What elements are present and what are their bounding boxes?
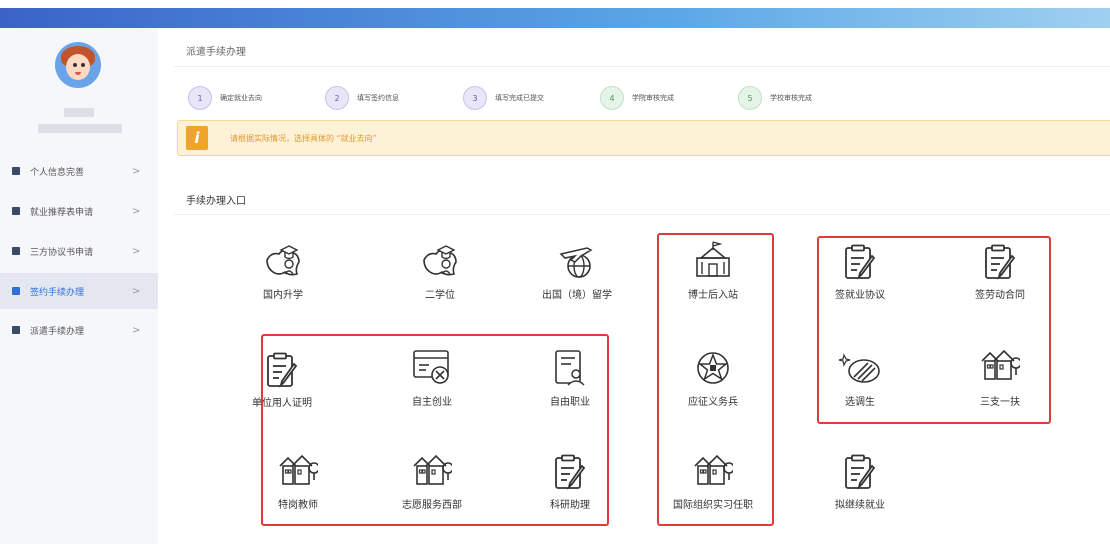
card-label: 签劳动合同 bbox=[975, 290, 1025, 301]
card-sign-employment-agreement[interactable]: 签就业协议 bbox=[800, 244, 920, 301]
card-volunteer-west[interactable]: 志愿服务西部 bbox=[372, 454, 492, 511]
card-continue-employment[interactable]: 拟继续就业 bbox=[800, 454, 920, 511]
card-label: 自由职业 bbox=[550, 397, 590, 408]
sidebar-item-recommendation[interactable]: 就业推荐表申请 > bbox=[0, 196, 158, 226]
step-1: 1 确定就业去向 bbox=[188, 86, 262, 110]
card-label: 三支一扶 bbox=[980, 397, 1020, 408]
card-label: 拟继续就业 bbox=[835, 500, 885, 511]
card-tools-icon bbox=[413, 350, 449, 384]
step-label: 学院审核完成 bbox=[632, 94, 674, 102]
step-number: 4 bbox=[600, 86, 624, 110]
card-label: 科研助理 bbox=[550, 500, 590, 511]
card-international-org-internship[interactable]: 国际组织实习任职 bbox=[653, 454, 773, 511]
step-number: 3 bbox=[463, 86, 487, 110]
form-icon bbox=[12, 207, 20, 215]
card-three-supports[interactable]: 三支一扶 bbox=[940, 349, 1060, 408]
card-label: 单位用人证明 bbox=[252, 398, 312, 409]
top-banner bbox=[0, 8, 1110, 28]
step-label: 填写完成已提交 bbox=[495, 94, 544, 102]
info-icon: i bbox=[186, 126, 208, 150]
user-avatar[interactable] bbox=[55, 42, 101, 88]
alert-text: 请根据实际情况，选择具体的 “就业去向” bbox=[230, 134, 377, 143]
globe-plane-icon bbox=[559, 247, 593, 278]
sign-icon bbox=[12, 287, 20, 295]
page-title: 派遣手续办理 bbox=[186, 47, 246, 58]
step-number: 5 bbox=[738, 86, 762, 110]
chevron-right-icon: > bbox=[132, 245, 141, 257]
village-house-icon bbox=[279, 455, 318, 485]
sidebar-item-label: 签约手续办理 bbox=[30, 287, 85, 298]
campus-building-icon bbox=[696, 241, 730, 277]
card-study-abroad[interactable]: 出国（境）留学 bbox=[517, 244, 637, 301]
card-label: 博士后入站 bbox=[688, 290, 738, 301]
document-edit-icon bbox=[267, 352, 297, 387]
info-alert: i 请根据实际情况，选择具体的 “就业去向” bbox=[177, 120, 1110, 156]
card-selected-graduate[interactable]: 选调生 bbox=[800, 349, 920, 408]
step-5: 5 学校审核完成 bbox=[738, 86, 812, 110]
card-label: 签就业协议 bbox=[835, 290, 885, 301]
user-icon bbox=[12, 167, 20, 175]
card-employer-certificate[interactable]: 单位用人证明 bbox=[242, 352, 322, 409]
sidebar-item-label: 派遣手续办理 bbox=[30, 326, 85, 337]
card-label: 选调生 bbox=[845, 397, 875, 408]
sidebar-item-dispatch[interactable]: 派遣手续办理 > bbox=[0, 315, 158, 345]
sidebar-item-label: 就业推荐表申请 bbox=[30, 207, 94, 218]
chevron-right-icon: > bbox=[132, 324, 141, 336]
map-graduation-icon bbox=[423, 245, 457, 276]
document-edit-icon bbox=[985, 244, 1015, 279]
document-edit-icon bbox=[555, 454, 585, 489]
profile-document-icon bbox=[555, 350, 585, 386]
document-edit-icon bbox=[845, 454, 875, 489]
divider bbox=[174, 214, 1110, 215]
card-special-post-teacher[interactable]: 特岗教师 bbox=[238, 454, 358, 511]
village-house-icon bbox=[413, 455, 452, 485]
map-graduation-icon bbox=[266, 245, 300, 276]
card-domestic-study[interactable]: 国内升学 bbox=[223, 244, 343, 301]
sidebar-item-label: 个人信息完善 bbox=[30, 167, 85, 178]
chevron-right-icon: > bbox=[132, 205, 141, 217]
sidebar-item-label: 三方协议书申请 bbox=[30, 247, 94, 258]
step-number: 2 bbox=[325, 86, 349, 110]
card-label: 特岗教师 bbox=[278, 500, 318, 511]
card-research-assistant[interactable]: 科研助理 bbox=[510, 454, 630, 511]
step-number: 1 bbox=[188, 86, 212, 110]
village-house-icon bbox=[694, 455, 733, 485]
card-label: 志愿服务西部 bbox=[402, 500, 462, 511]
card-freelance[interactable]: 自由职业 bbox=[510, 349, 630, 408]
user-id-redacted bbox=[38, 124, 122, 133]
card-second-degree[interactable]: 二学位 bbox=[380, 244, 500, 301]
card-label: 国际组织实习任职 bbox=[673, 500, 753, 511]
dispatch-icon bbox=[12, 326, 20, 334]
card-sign-labor-contract[interactable]: 签劳动合同 bbox=[940, 244, 1060, 301]
step-2: 2 填写签约信息 bbox=[325, 86, 399, 110]
card-label: 出国（境）留学 bbox=[542, 290, 612, 301]
badge-ribbon-icon bbox=[838, 353, 880, 383]
section-title: 手续办理入口 bbox=[186, 196, 246, 207]
sidebar-item-signing[interactable]: 签约手续办理 > bbox=[0, 273, 158, 309]
card-military-service[interactable]: 应征义务兵 bbox=[653, 349, 773, 408]
village-house-icon bbox=[981, 350, 1020, 380]
user-name-redacted bbox=[64, 108, 94, 117]
chevron-right-icon: > bbox=[132, 165, 141, 177]
card-postdoc[interactable]: 博士后入站 bbox=[653, 240, 773, 301]
document-edit-icon bbox=[845, 244, 875, 279]
step-4: 4 学院审核完成 bbox=[600, 86, 674, 110]
agreement-icon bbox=[12, 247, 20, 255]
divider bbox=[174, 66, 1110, 67]
step-label: 填写签约信息 bbox=[357, 94, 399, 102]
step-3: 3 填写完成已提交 bbox=[463, 86, 544, 110]
sidebar-item-agreement[interactable]: 三方协议书申请 > bbox=[0, 236, 158, 266]
card-label: 自主创业 bbox=[412, 397, 452, 408]
sidebar-item-profile[interactable]: 个人信息完善 > bbox=[0, 156, 158, 186]
army-star-icon bbox=[697, 352, 729, 384]
card-label: 应征义务兵 bbox=[688, 397, 738, 408]
card-self-startup[interactable]: 自主创业 bbox=[372, 349, 492, 408]
step-label: 学校审核完成 bbox=[770, 94, 812, 102]
card-label: 国内升学 bbox=[263, 290, 303, 301]
chevron-right-icon: > bbox=[132, 285, 141, 297]
step-label: 确定就业去向 bbox=[220, 94, 262, 102]
card-label: 二学位 bbox=[425, 290, 455, 301]
